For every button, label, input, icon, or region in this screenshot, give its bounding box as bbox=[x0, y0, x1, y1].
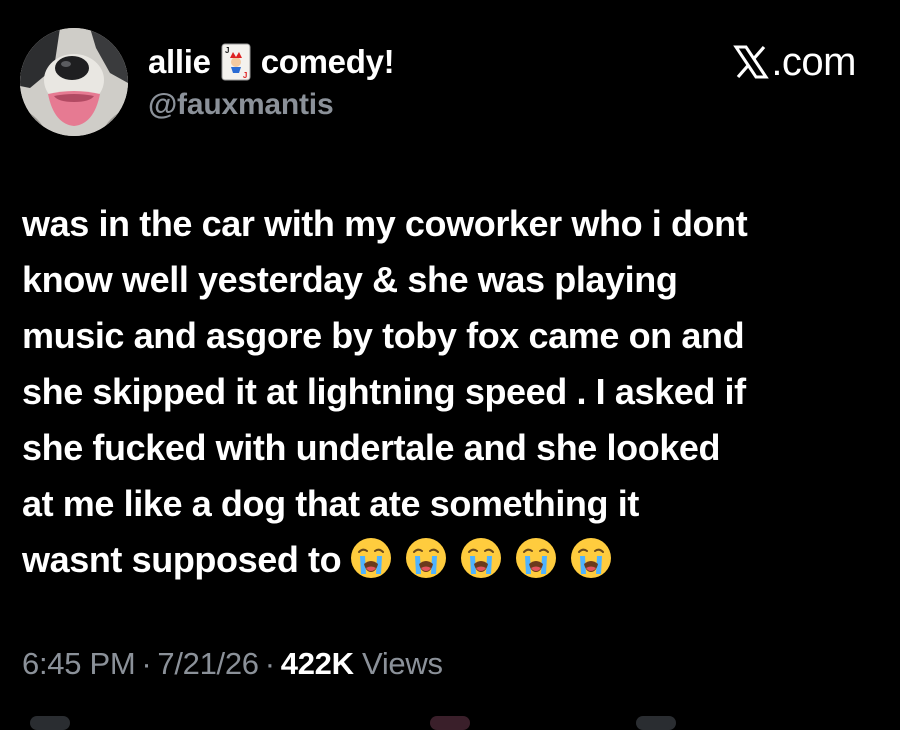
tweet-line: she skipped it at lightning speed . I as… bbox=[22, 371, 746, 412]
display-name-first: allie bbox=[148, 43, 211, 80]
tweet-time[interactable]: 6:45 PM bbox=[22, 646, 136, 681]
views-count: 422K bbox=[280, 646, 354, 681]
tweet-text: was in the car with my coworker who i do… bbox=[22, 196, 890, 588]
tweet-last-line: wasnt supposed to bbox=[22, 532, 890, 588]
crying-face-icon bbox=[571, 538, 612, 579]
meta-separator: · bbox=[141, 646, 152, 681]
user-handle[interactable]: @fauxmantis bbox=[148, 88, 334, 122]
crying-face-icon bbox=[516, 538, 557, 579]
site-logo-text: .com bbox=[771, 39, 856, 84]
joker-card-icon: J J bbox=[221, 43, 251, 81]
dog-avatar-image bbox=[20, 28, 128, 136]
emoji-group bbox=[349, 536, 613, 580]
like-action-hint[interactable] bbox=[430, 716, 470, 730]
tweet-line: know well yesterday & she was playing bbox=[22, 259, 678, 300]
tweet-line: was in the car with my coworker who i do… bbox=[22, 203, 748, 244]
display-name[interactable]: allie J J comedy! bbox=[148, 38, 395, 86]
crying-face-icon bbox=[461, 538, 502, 579]
tweet-line: music and asgore by toby fox came on and bbox=[22, 315, 745, 356]
display-name-second: comedy! bbox=[260, 43, 395, 80]
crying-face-icon bbox=[406, 538, 447, 579]
site-logo: .com bbox=[733, 38, 856, 86]
tweet-line: she fucked with undertale and she looked bbox=[22, 427, 721, 468]
views-label: Views bbox=[362, 646, 443, 681]
x-logo-icon bbox=[733, 45, 770, 79]
tweet-line: wasnt supposed to bbox=[22, 539, 342, 580]
crying-face-icon bbox=[351, 538, 392, 579]
meta-separator: · bbox=[264, 646, 275, 681]
tweet-date[interactable]: 7/21/26 bbox=[157, 646, 259, 681]
tweet-line: at me like a dog that ate something it bbox=[22, 483, 639, 524]
reply-action-hint[interactable] bbox=[30, 716, 70, 730]
avatar[interactable] bbox=[20, 28, 128, 136]
tweet-meta: 6:45 PM · 7/21/26 · 422K Views bbox=[22, 646, 443, 682]
tweet-card: allie J J comedy! @fauxmantis .com was i… bbox=[0, 0, 900, 730]
bookmark-action-hint[interactable] bbox=[636, 716, 676, 730]
svg-text:J: J bbox=[225, 46, 229, 55]
svg-text:J: J bbox=[243, 71, 247, 80]
